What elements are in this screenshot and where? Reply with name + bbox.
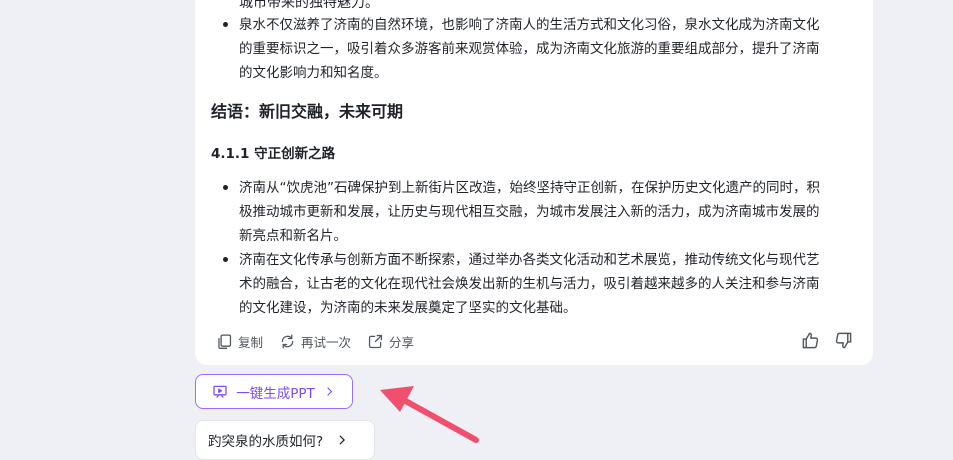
list-item: 济南从“饮虎池”石碑保护到上新街片区改造，始终坚持守正创新，在保护历史文化遗产的… [211, 176, 852, 248]
list-item: 济南在文化传承与创新方面不断探索，通过举办各类文化活动和艺术展览，推动传统文化与… [211, 248, 852, 320]
thumbs-down-icon[interactable] [834, 331, 853, 350]
top-bullet-list: 泉水不仅滋养了济南的自然环境，也影响了济南人的生活方式和文化习俗，泉水文化成为济… [211, 13, 852, 85]
presentation-icon [213, 385, 227, 398]
share-label: 分享 [389, 334, 415, 350]
chevron-right-icon [339, 435, 346, 445]
share-icon [368, 334, 383, 348]
copy-button[interactable]: 复制 [216, 332, 263, 351]
retry-label: 再试一次 [301, 334, 352, 350]
chevron-right-icon [327, 387, 332, 396]
thumbs-up-icon[interactable] [801, 331, 820, 350]
list-item: 泉水不仅滋养了济南的自然环境，也影响了济南人的生活方式和文化习俗，泉水文化成为济… [211, 13, 852, 85]
refresh-icon [281, 333, 294, 349]
feedback-buttons [801, 331, 853, 350]
share-button[interactable]: 分享 [367, 332, 414, 351]
section-heading: 4.1.1 守正创新之路 [211, 146, 336, 162]
annotation-arrow-icon [380, 386, 479, 443]
generate-ppt-button[interactable]: 一键生成PPT [195, 374, 353, 409]
answer-toolbar: 复制 再试一次 分享 [216, 331, 414, 351]
copy-icon [218, 333, 232, 349]
conclusion-heading: 结语：新旧交融，未来可期 [211, 102, 404, 121]
copy-label: 复制 [238, 334, 264, 350]
generate-ppt-label: 一键生成PPT [236, 385, 315, 402]
suggested-question-button[interactable]: 趵突泉的水质如何? [195, 420, 375, 460]
suggested-question-label: 趵突泉的水质如何? [208, 434, 324, 450]
section-bullet-list: 济南从“饮虎池”石碑保护到上新街片区改造，始终坚持守正创新，在保护历史文化遗产的… [211, 176, 852, 320]
clipped-text-line: 城市带来的独特魅力。 [239, 0, 379, 11]
retry-button[interactable]: 再试一次 [279, 332, 351, 351]
